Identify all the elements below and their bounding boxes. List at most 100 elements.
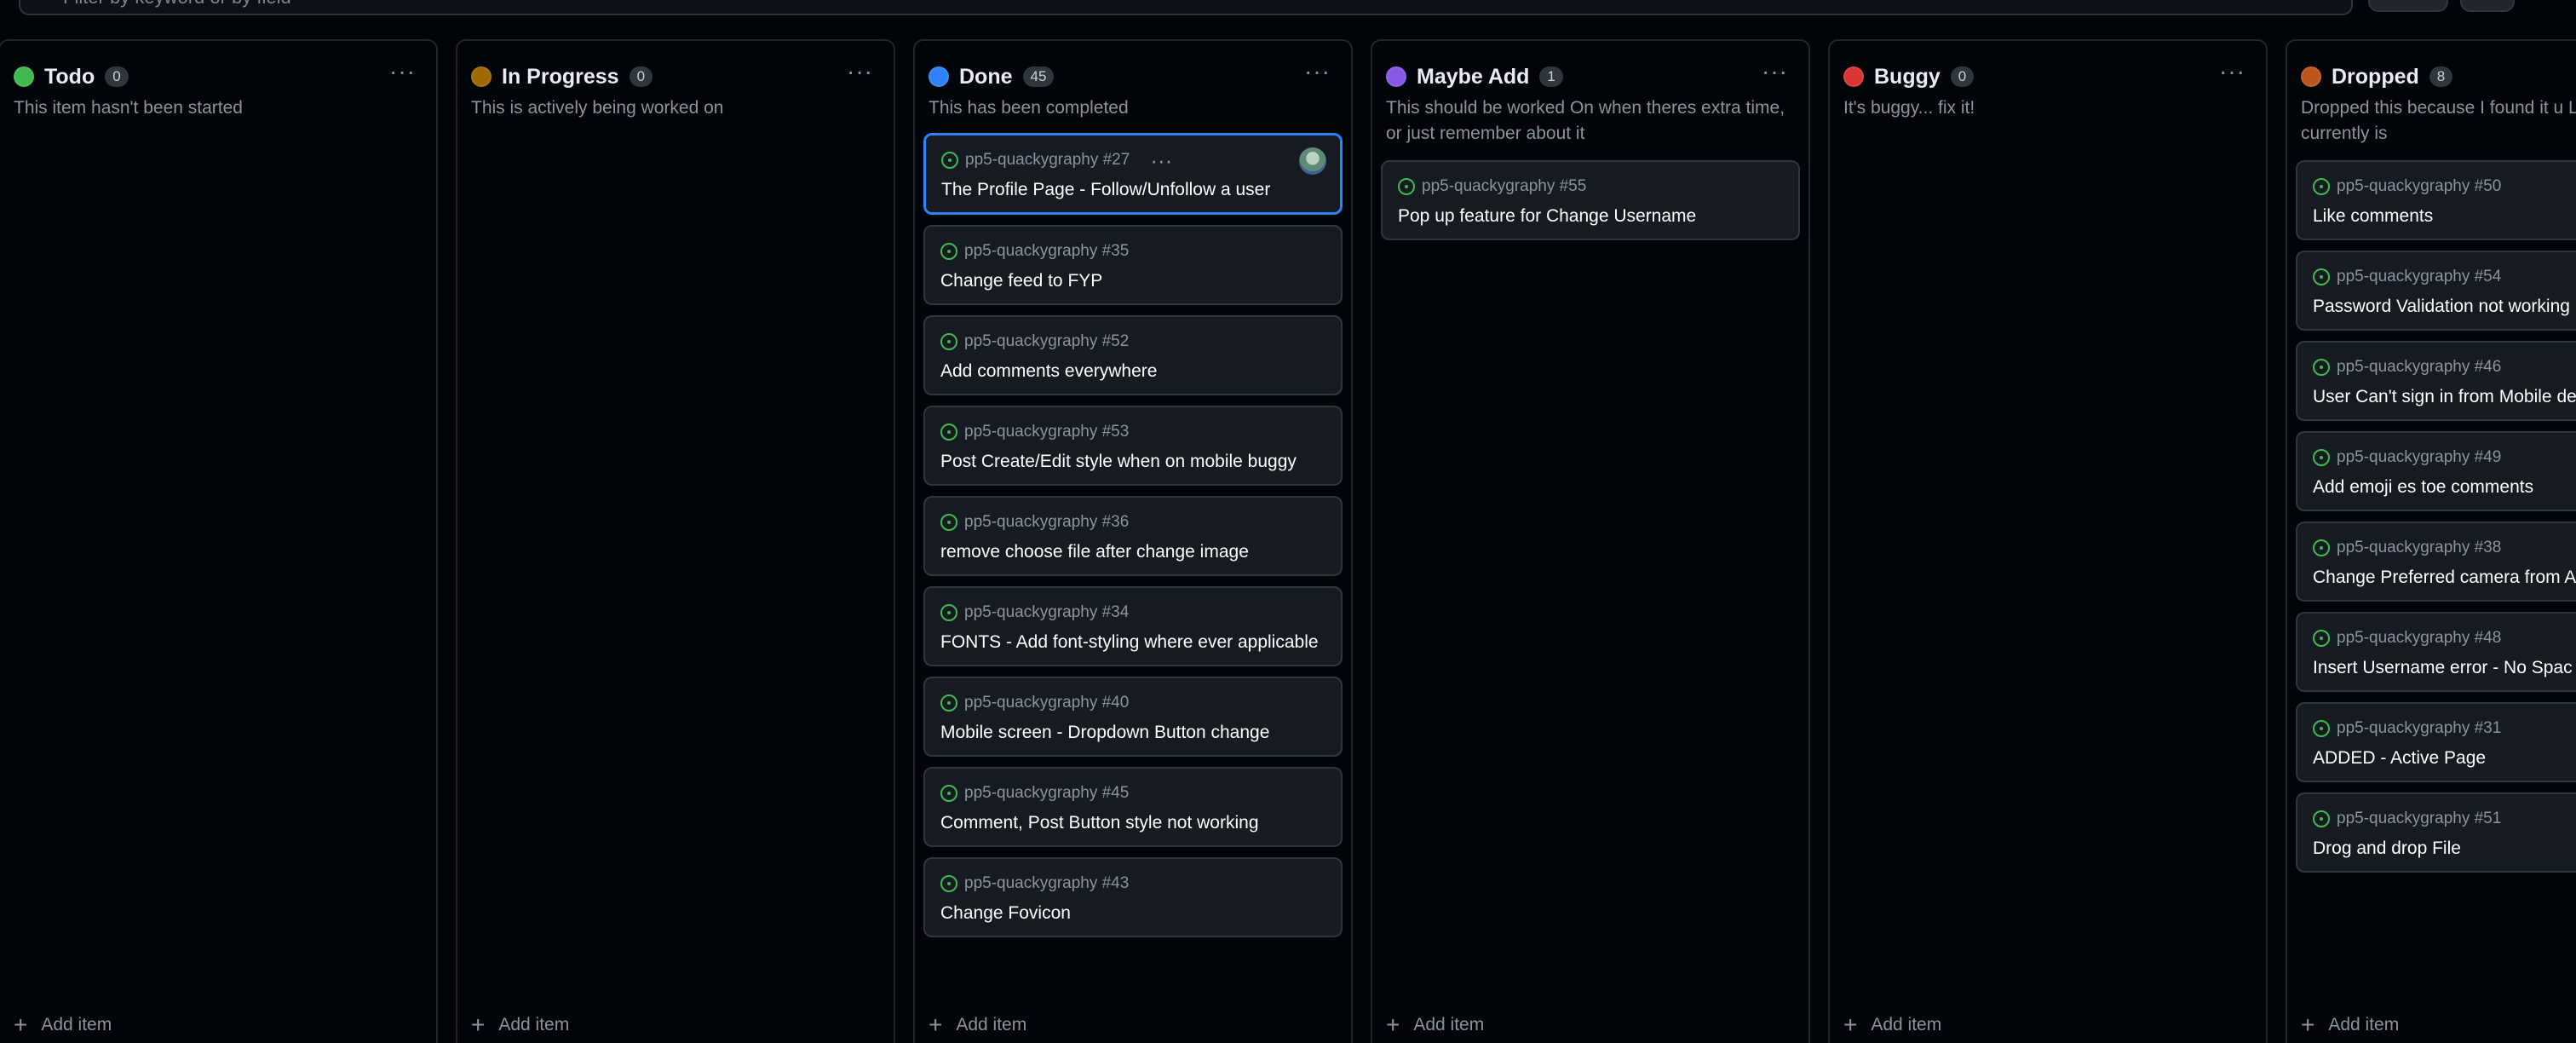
column-header: Todo 0 (14, 61, 129, 92)
card-reference-label[interactable]: pp5-quackygraphy #35 (964, 242, 1129, 261)
issue-card[interactable]: pp5-quackygraphy #52 Add comments everyw… (923, 315, 1343, 395)
card-reference-label[interactable]: pp5-quackygraphy #31 (2337, 719, 2501, 738)
column-header: In Progress 0 (471, 61, 653, 92)
card-title[interactable]: Drog and drop File (2313, 837, 2576, 861)
issue-card[interactable]: pp5-quackygraphy #40 Mobile screen - Dro… (923, 677, 1343, 757)
column-description: It's buggy... fix it! (1843, 98, 1975, 118)
issue-card[interactable]: pp5-quackygraphy #27 ··· The Profile Pag… (923, 133, 1343, 215)
column-menu-icon[interactable]: ··· (847, 60, 873, 84)
issue-card[interactable]: pp5-quackygraphy #51 Drog and drop File (2296, 792, 2576, 873)
open-issue-icon (2313, 268, 2330, 285)
card-reference-label[interactable]: pp5-quackygraphy #51 (2337, 810, 2501, 828)
card-title[interactable]: remove choose file after change image (940, 540, 1325, 564)
card-title[interactable]: Mobile screen - Dropdown Button change (940, 721, 1325, 745)
add-item-label: Add item (498, 1015, 570, 1034)
card-title[interactable]: Add emoji es toe comments (2313, 475, 2576, 499)
issue-card[interactable]: pp5-quackygraphy #54 Password Validation… (2296, 251, 2576, 331)
open-issue-icon (2313, 359, 2330, 376)
item-count-badge: 0 (1950, 66, 1975, 87)
issue-card[interactable]: pp5-quackygraphy #46 User Can't sign in … (2296, 341, 2576, 421)
card-reference-label[interactable]: pp5-quackygraphy #49 (2337, 448, 2501, 467)
view-options-button[interactable] (2460, 0, 2515, 12)
card-reference-label[interactable]: pp5-quackygraphy #55 (1422, 177, 1586, 196)
column-description: This item hasn't been started (14, 98, 243, 118)
filter-input[interactable]: Filter by keyword or by field (19, 0, 2353, 15)
open-issue-icon (2313, 539, 2330, 556)
issue-card[interactable]: pp5-quackygraphy #49 Add emoji es toe co… (2296, 431, 2576, 511)
issue-card[interactable]: pp5-quackygraphy #45 Comment, Post Butto… (923, 767, 1343, 847)
card-reference-label[interactable]: pp5-quackygraphy #27 (965, 151, 1130, 170)
column-description: This is actively being worked on (471, 98, 724, 118)
card-reference-label[interactable]: pp5-quackygraphy #46 (2337, 358, 2501, 377)
issue-card[interactable]: pp5-quackygraphy #50 Like comments (2296, 160, 2576, 240)
card-title[interactable]: User Can't sign in from Mobile de (2313, 385, 2576, 409)
save-view-button[interactable] (2368, 0, 2448, 12)
issue-card[interactable]: pp5-quackygraphy #38 Change Preferred ca… (2296, 522, 2576, 602)
column-description: This has been completed (929, 98, 1129, 118)
card-reference-label[interactable]: pp5-quackygraphy #45 (964, 784, 1129, 803)
assignee-avatar[interactable] (1299, 147, 1326, 175)
column-description: Dropped this because I found it u Liked … (2301, 98, 2576, 143)
card-title[interactable]: Change feed to FYP (940, 269, 1325, 293)
add-item-label: Add item (41, 1015, 112, 1034)
card-reference: pp5-quackygraphy #34 (940, 602, 1325, 624)
card-reference-label[interactable]: pp5-quackygraphy #43 (964, 874, 1129, 893)
card-list: pp5-quackygraphy #27 ··· The Profile Pag… (923, 133, 1343, 948)
card-reference-label[interactable]: pp5-quackygraphy #53 (964, 423, 1129, 441)
column-menu-icon[interactable]: ··· (389, 60, 416, 84)
column-menu-icon[interactable]: ··· (1762, 60, 1788, 84)
card-reference: pp5-quackygraphy #55 (1398, 176, 1783, 198)
column-menu-icon[interactable]: ··· (1304, 60, 1331, 84)
issue-card[interactable]: pp5-quackygraphy #53 Post Create/Edit st… (923, 406, 1343, 486)
card-title[interactable]: FONTS - Add font-styling where ever appl… (940, 631, 1325, 654)
card-title[interactable]: Post Create/Edit style when on mobile bu… (940, 450, 1325, 474)
issue-card[interactable]: pp5-quackygraphy #35 Change feed to FYP (923, 225, 1343, 305)
card-reference: pp5-quackygraphy #45 (940, 782, 1325, 804)
item-count-badge: 8 (2429, 66, 2453, 87)
open-issue-icon (940, 514, 957, 531)
add-item-button[interactable]: + Add item (14, 1012, 112, 1038)
card-reference-label[interactable]: pp5-quackygraphy #38 (2337, 539, 2501, 557)
column-buggy: Buggy 0 ··· It's buggy... fix it! + Add … (1828, 39, 2268, 1043)
card-reference-label[interactable]: pp5-quackygraphy #52 (964, 332, 1129, 351)
issue-card[interactable]: pp5-quackygraphy #48 Insert Username err… (2296, 612, 2576, 692)
add-item-button[interactable]: + Add item (1386, 1012, 1484, 1038)
issue-card[interactable]: pp5-quackygraphy #31 ADDED - Active Page (2296, 702, 2576, 782)
card-title[interactable]: Comment, Post Button style not working (940, 811, 1325, 835)
card-title[interactable]: The Profile Page - Follow/Unfollow a use… (941, 178, 1325, 202)
card-title[interactable]: Like comments (2313, 205, 2576, 228)
add-item-button[interactable]: + Add item (929, 1012, 1026, 1038)
card-title[interactable]: ADDED - Active Page (2313, 746, 2576, 770)
card-reference: pp5-quackygraphy #54 (2313, 266, 2576, 288)
issue-card[interactable]: pp5-quackygraphy #55 Pop up feature for … (1381, 160, 1800, 240)
add-item-button[interactable]: + Add item (1843, 1012, 1941, 1038)
issue-card[interactable]: pp5-quackygraphy #36 remove choose file … (923, 496, 1343, 576)
issue-card[interactable]: pp5-quackygraphy #43 Change Fovicon (923, 857, 1343, 937)
card-title[interactable]: Change Preferred camera from A Undecided (2313, 566, 2576, 590)
column-menu-icon[interactable]: ··· (2219, 60, 2245, 84)
status-color-dot (1843, 66, 1864, 87)
card-reference-label[interactable]: pp5-quackygraphy #34 (964, 603, 1129, 622)
open-issue-icon (940, 424, 957, 441)
card-reference-label[interactable]: pp5-quackygraphy #48 (2337, 629, 2501, 648)
card-reference-label[interactable]: pp5-quackygraphy #50 (2337, 177, 2501, 196)
open-issue-icon (940, 694, 957, 712)
card-title[interactable]: Change Fovicon (940, 902, 1325, 925)
issue-card[interactable]: pp5-quackygraphy #34 FONTS - Add font-st… (923, 586, 1343, 666)
add-item-button[interactable]: + Add item (471, 1012, 569, 1038)
column-todo: Todo 0 ··· This item hasn't been started… (0, 39, 438, 1043)
card-title[interactable]: Password Validation not working Register… (2313, 295, 2576, 319)
card-reference-label[interactable]: pp5-quackygraphy #54 (2337, 268, 2501, 286)
column-done: Done 45 ··· This has been completed pp5-… (913, 39, 1353, 1043)
plus-icon: + (929, 1011, 943, 1038)
card-menu-icon[interactable]: ··· (1150, 149, 1172, 171)
column-header: Maybe Add 1 (1386, 61, 1563, 92)
open-issue-icon (2313, 178, 2330, 195)
card-title[interactable]: Pop up feature for Change Username (1398, 205, 1783, 228)
open-issue-icon (2313, 449, 2330, 466)
card-reference-label[interactable]: pp5-quackygraphy #40 (964, 694, 1129, 712)
add-item-button[interactable]: + Add item (2301, 1012, 2399, 1038)
card-reference-label[interactable]: pp5-quackygraphy #36 (964, 513, 1129, 532)
card-title[interactable]: Add comments everywhere (940, 360, 1325, 383)
card-title[interactable]: Insert Username error - No Spac (2313, 656, 2576, 680)
